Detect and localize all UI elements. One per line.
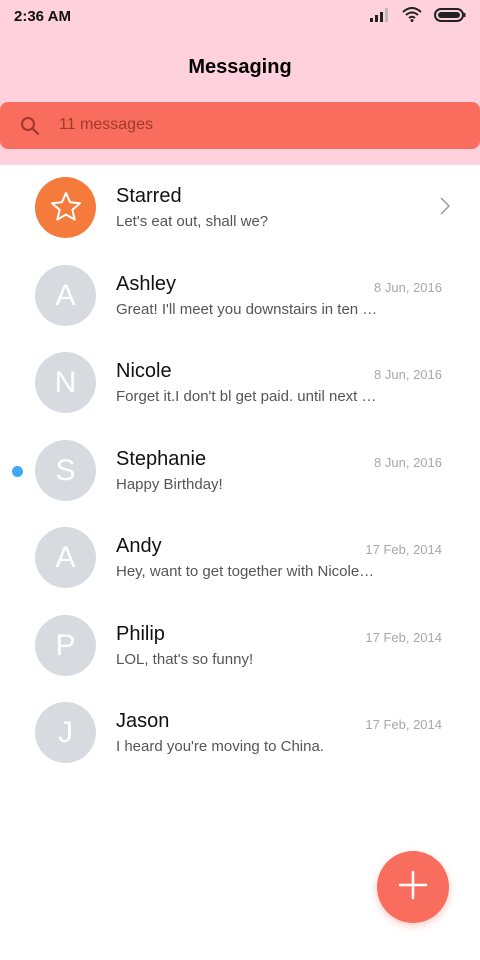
avatar: J bbox=[35, 702, 96, 763]
status-time: 2:36 AM bbox=[14, 8, 71, 25]
avatar: N bbox=[35, 352, 96, 413]
plus-icon bbox=[398, 870, 428, 905]
message-preview: Forget it.I don't bl get paid. until nex… bbox=[116, 388, 377, 405]
search-bar[interactable]: 11 messages bbox=[0, 102, 480, 149]
conversation-row-philip[interactable]: P Philip LOL, that's so funny! 17 Feb, 2014 bbox=[0, 603, 480, 691]
conversation-date: 8 Jun, 2016 bbox=[374, 279, 442, 295]
status-bar: 2:36 AM bbox=[0, 0, 480, 34]
conversation-date: 17 Feb, 2014 bbox=[365, 629, 442, 645]
avatar: A bbox=[35, 264, 96, 326]
conversation-name: Nicole bbox=[116, 360, 172, 382]
conversation-name: Ashley bbox=[116, 272, 177, 295]
conversation-row-nicole[interactable]: N Nicole Forget it.I don't bl get paid. un… bbox=[0, 340, 480, 428]
conversation-date: 17 Feb, 2014 bbox=[365, 717, 442, 732]
conversation-name: Philip bbox=[116, 622, 165, 645]
search-icon bbox=[20, 116, 40, 141]
unread-dot bbox=[12, 465, 23, 477]
battery-icon bbox=[434, 7, 466, 27]
conversation-name: Andy bbox=[116, 535, 162, 557]
conversation-list: Starred Let's eat out, shall we? A Ashley Gr… bbox=[0, 165, 480, 778]
signal-icon bbox=[370, 7, 390, 27]
conversation-row-starred[interactable]: Starred Let's eat out, shall we? bbox=[0, 165, 480, 253]
header: 2:36 AM Messaging 11 messages bbox=[0, 0, 480, 165]
message-preview: Let's eat out, shall we? bbox=[116, 213, 269, 230]
starred-avatar bbox=[35, 177, 96, 238]
message-preview: Hey, want to get together with Nicole… bbox=[116, 563, 375, 580]
conversation-row-andy[interactable]: A Andy Hey, want to get together with Nico… bbox=[0, 515, 480, 603]
message-preview: Happy Birthday! bbox=[116, 475, 223, 493]
search-input-placeholder[interactable]: 11 messages bbox=[59, 116, 153, 134]
conversation-date: 8 Jun, 2016 bbox=[374, 367, 442, 382]
conversation-row-stephanie[interactable]: S Stephanie Happy Birthday! 8 Jun, 2016 bbox=[0, 428, 480, 516]
avatar: A bbox=[35, 527, 96, 588]
status-icons bbox=[370, 7, 466, 27]
message-preview: Great! I'll meet you downstairs in ten … bbox=[116, 300, 378, 318]
message-preview: LOL, that's so funny! bbox=[116, 650, 254, 668]
avatar: S bbox=[35, 439, 96, 501]
conversation-date: 17 Feb, 2014 bbox=[365, 542, 442, 557]
compose-button[interactable] bbox=[377, 851, 449, 923]
message-preview: I heard you're moving to China. bbox=[116, 738, 324, 755]
conversation-name: Stephanie bbox=[116, 447, 207, 470]
conversation-row-jason[interactable]: J Jason I heard you're moving to China. 17 … bbox=[0, 690, 480, 778]
avatar: P bbox=[35, 614, 96, 676]
conversation-name: Jason bbox=[116, 710, 170, 732]
conversation-row-ashley[interactable]: A Ashley Great! I'll meet you downstairs i… bbox=[0, 253, 480, 341]
star-icon bbox=[49, 192, 83, 231]
conversation-date: 8 Jun, 2016 bbox=[374, 454, 442, 470]
page-title: Messaging bbox=[188, 56, 292, 78]
chevron-right-icon bbox=[440, 197, 451, 220]
wifi-icon bbox=[402, 7, 422, 27]
conversation-name: Starred bbox=[116, 185, 182, 207]
